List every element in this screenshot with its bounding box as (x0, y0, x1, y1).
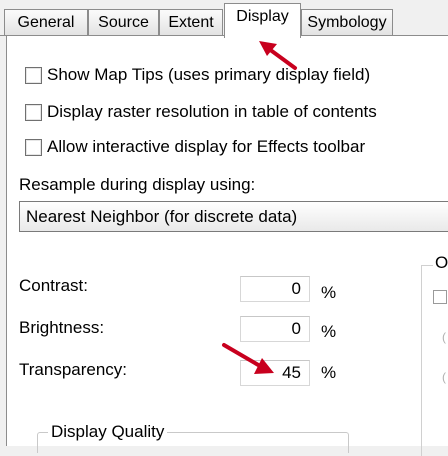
resample-value: Nearest Neighbor (for discrete data) (26, 207, 298, 226)
right-group-title: O (433, 253, 448, 273)
interactive-effects-option[interactable]: Allow interactive display for Effects to… (25, 135, 365, 159)
interactive-effects-label: Allow interactive display for Effects to… (47, 137, 366, 156)
tab-general-label: General (17, 14, 75, 31)
tab-display[interactable]: Display (224, 3, 301, 38)
show-map-tips-option[interactable]: Show Map Tips (uses primary display fiel… (25, 63, 370, 87)
tab-symbology[interactable]: Symbology (301, 9, 393, 35)
raster-resolution-label: Display raster resolution in table of co… (47, 102, 377, 121)
show-map-tips-checkbox[interactable] (25, 66, 42, 84)
right-group-mark: ( (442, 330, 446, 344)
display-panel (6, 36, 448, 446)
contrast-label: Contrast: (19, 276, 88, 295)
brightness-label: Brightness: (19, 318, 105, 337)
tab-general[interactable]: General (4, 9, 88, 35)
transparency-label: Transparency: (19, 360, 128, 379)
resample-dropdown[interactable]: Nearest Neighbor (for discrete data) (19, 201, 448, 232)
resample-label: Resample during display using: (19, 175, 256, 194)
tab-extent[interactable]: Extent (159, 9, 223, 35)
show-map-tips-label: Show Map Tips (uses primary display fiel… (47, 65, 371, 84)
brightness-input[interactable]: 0 (240, 316, 310, 342)
tab-extent-label: Extent (168, 14, 214, 31)
transparency-unit: % (321, 363, 337, 382)
tab-source-label: Source (98, 14, 149, 31)
raster-resolution-option[interactable]: Display raster resolution in table of co… (25, 100, 377, 124)
brightness-unit: % (321, 322, 337, 341)
contrast-input[interactable]: 0 (240, 276, 310, 302)
right-group-checkbox[interactable] (433, 290, 447, 304)
display-quality-title: Display Quality (48, 422, 168, 442)
tab-strip: General Source Extent Display Symbology (0, 0, 448, 40)
tab-symbology-label: Symbology (307, 14, 387, 31)
tab-source[interactable]: Source (88, 9, 159, 35)
tab-display-label: Display (236, 8, 289, 25)
annotation-arrow-icon (222, 343, 274, 374)
annotation-arrow-icon (259, 41, 297, 70)
interactive-effects-checkbox[interactable] (25, 138, 42, 156)
raster-resolution-checkbox[interactable] (25, 103, 42, 121)
contrast-unit: % (321, 283, 337, 302)
right-group-mark: ( (442, 370, 446, 384)
